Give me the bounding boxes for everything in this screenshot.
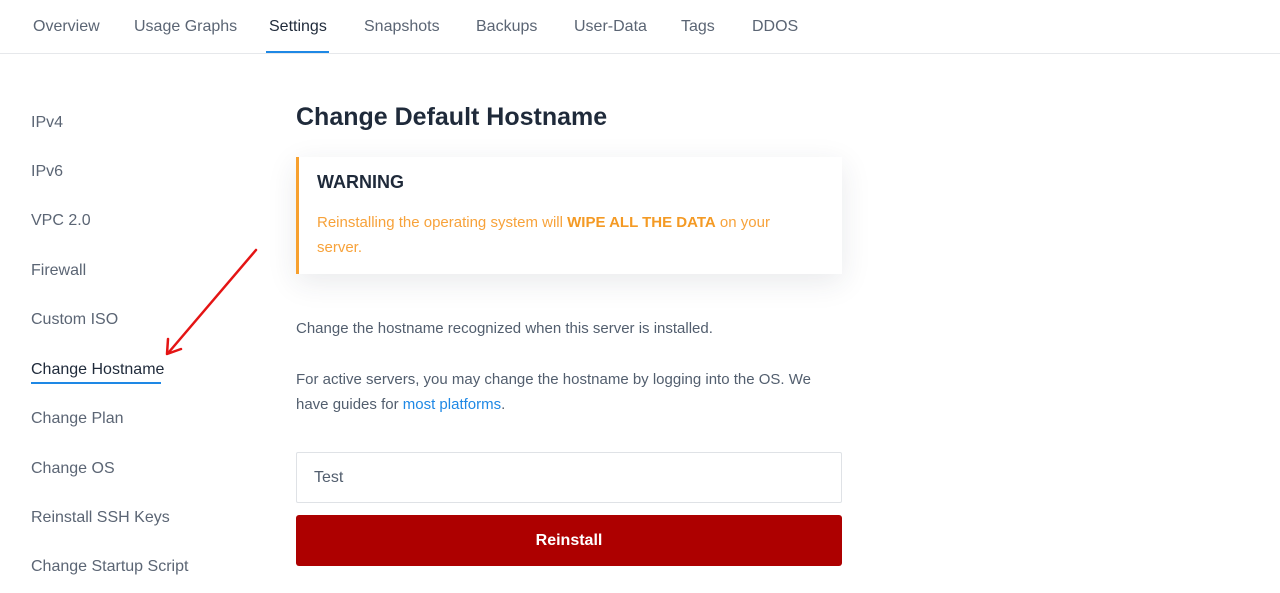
reinstall-button[interactable]: Reinstall <box>296 515 842 566</box>
tab-settings[interactable]: Settings <box>269 18 327 36</box>
tab-backups[interactable]: Backups <box>476 18 537 36</box>
tab-snapshots[interactable]: Snapshots <box>364 18 440 36</box>
warning-text-before: Reinstalling the operating system will <box>317 214 568 231</box>
annotation-arrow-icon <box>165 248 258 356</box>
guides-text: For active servers, you may change the h… <box>296 371 811 413</box>
tab-overview[interactable]: Overview <box>33 18 100 36</box>
sidebar-item-change-startup-script[interactable]: Change Startup Script <box>31 558 188 576</box>
active-tab-indicator <box>266 51 329 53</box>
sidebar-item-custom-iso[interactable]: Custom ISO <box>31 311 118 329</box>
annotation-arrow-head <box>165 337 183 356</box>
sidebar-item-change-os[interactable]: Change OS <box>31 460 115 478</box>
hostname-description: Change the hostname recognized when this… <box>296 320 713 337</box>
warning-box: WARNING Reinstalling the operating syste… <box>296 157 842 274</box>
sidebar-item-change-hostname[interactable]: Change Hostname <box>31 361 164 379</box>
sidebar-item-firewall[interactable]: Firewall <box>31 262 86 280</box>
tab-user-data[interactable]: User-Data <box>574 18 647 36</box>
tab-ddos[interactable]: DDOS <box>752 18 798 36</box>
tab-tags[interactable]: Tags <box>681 18 715 36</box>
warning-title: WARNING <box>317 172 404 192</box>
warning-text: Reinstalling the operating system will W… <box>317 210 817 260</box>
sidebar-item-ipv4[interactable]: IPv4 <box>31 114 63 132</box>
guides-text-end: . <box>501 396 506 413</box>
hostname-input[interactable] <box>296 452 842 503</box>
guides-paragraph: For active servers, you may change the h… <box>296 367 842 417</box>
sidebar-item-vpc[interactable]: VPC 2.0 <box>31 212 91 230</box>
sidebar-item-change-plan[interactable]: Change Plan <box>31 410 124 428</box>
tab-usage-graphs[interactable]: Usage Graphs <box>134 18 237 36</box>
most-platforms-link[interactable]: most platforms <box>403 396 501 413</box>
annotation-arrow-shaft <box>167 248 258 354</box>
warning-text-bold: WIPE ALL THE DATA <box>567 214 716 231</box>
sidebar-item-ipv6[interactable]: IPv6 <box>31 163 63 181</box>
sidebar-item-reinstall-ssh-keys[interactable]: Reinstall SSH Keys <box>31 509 170 527</box>
page-title: Change Default Hostname <box>296 103 608 131</box>
active-sidebar-indicator <box>31 382 161 384</box>
tab-bar: Overview Usage Graphs Settings Snapshots… <box>0 0 1280 54</box>
